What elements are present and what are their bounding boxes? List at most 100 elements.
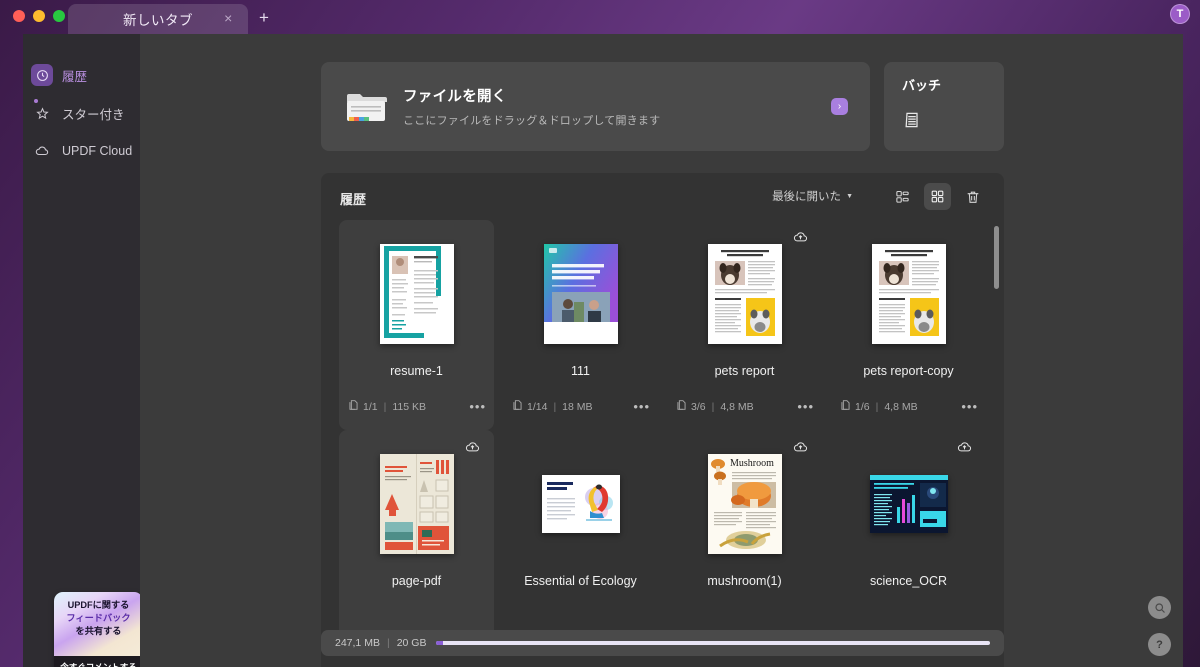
sort-dropdown[interactable]: 最後に開いた ▼ xyxy=(772,188,853,204)
window-controls xyxy=(13,10,65,22)
open-file-subtitle: ここにファイルをドラッグ＆ドロップして開きます xyxy=(403,115,661,127)
file-name: pets report xyxy=(714,364,775,378)
file-name: 111 xyxy=(570,364,590,378)
file-card[interactable]: pets report-copy 1/6 | 4,8 MB ••• xyxy=(831,220,986,430)
storage-bar: 247,1 MB | 20 GB xyxy=(321,630,1004,656)
new-tab-button[interactable]: + xyxy=(255,9,273,27)
sidebar: 履歴 スター付き UPDF Cloud UPDFに関する フィードバック を共有… xyxy=(23,34,143,667)
help-button[interactable]: ? xyxy=(1148,633,1171,656)
file-card[interactable]: page-pdf xyxy=(339,430,494,640)
batch-card[interactable]: バッチ xyxy=(884,62,1004,151)
file-card[interactable]: pets report 3/6 | 4,8 MB ••• xyxy=(667,220,822,430)
history-title: 履歴 xyxy=(340,192,367,207)
active-indicator-dot xyxy=(34,99,38,103)
file-thumbnail xyxy=(541,475,620,533)
file-thumbnail xyxy=(871,244,946,344)
minimize-window-button[interactable] xyxy=(33,10,45,22)
browser-tab[interactable]: 新しいタブ × xyxy=(68,4,248,34)
page-count: 1/6 xyxy=(855,400,870,413)
sidebar-nav: 履歴 スター付き UPDF Cloud xyxy=(23,56,140,170)
storage-separator: | xyxy=(386,637,390,649)
clock-icon xyxy=(31,64,53,86)
avatar[interactable]: T xyxy=(1170,4,1190,24)
title-bar: 新しいタブ × + T xyxy=(0,0,1200,34)
history-scrollbar[interactable] xyxy=(994,226,999,626)
view-controls xyxy=(889,183,986,210)
file-card[interactable]: science_OCR xyxy=(831,430,986,640)
sidebar-item-starred[interactable]: スター付き xyxy=(23,94,140,132)
scrollbar-thumb[interactable] xyxy=(994,226,999,289)
file-thumbnail: Mushroom xyxy=(707,454,782,554)
meta-separator: | xyxy=(875,400,879,413)
sidebar-item-updf-cloud[interactable]: UPDF Cloud xyxy=(23,132,140,170)
open-file-card[interactable]: ファイルを開く ここにファイルをドラッグ＆ドロップして開きます › xyxy=(321,62,870,151)
feedback-promo-card[interactable]: UPDFに関する フィードバック を共有する 今すぐコメントする xyxy=(54,592,143,667)
more-options-icon[interactable]: ••• xyxy=(961,400,978,413)
cloud-upload-icon[interactable] xyxy=(465,440,480,453)
page-icon xyxy=(513,400,522,413)
file-card[interactable]: Mushroom mushroom(1) xyxy=(667,430,822,640)
file-size: 115 KB xyxy=(392,400,427,413)
file-grid: resume-1 1/1 | 115 KB ••• 111 1/14 | 18 … xyxy=(321,220,1004,667)
file-name: mushroom(1) xyxy=(707,574,782,588)
page-count: 3/6 xyxy=(691,400,706,413)
thumbnail-wrapper xyxy=(339,220,494,360)
comment-now-button[interactable]: 今すぐコメントする xyxy=(54,656,143,667)
svg-text:Mushroom: Mushroom xyxy=(730,458,774,469)
more-options-icon[interactable]: ••• xyxy=(633,400,650,413)
file-card[interactable]: resume-1 1/1 | 115 KB ••• xyxy=(339,220,494,430)
open-file-title: ファイルを開く xyxy=(403,89,507,105)
storage-total: 20 GB xyxy=(396,637,427,649)
meta-separator: | xyxy=(553,400,557,413)
file-meta: 1/1 | 115 KB ••• xyxy=(349,400,486,413)
storage-progress-fill xyxy=(436,641,444,645)
cloud-upload-icon[interactable] xyxy=(957,440,972,453)
folder-icon xyxy=(345,90,387,124)
file-name: resume-1 xyxy=(390,364,443,378)
thumbnail-wrapper xyxy=(831,220,986,360)
page-count: 1/14 xyxy=(527,400,548,413)
main-content: ファイルを開く ここにファイルをドラッグ＆ドロップして開きます › バッチ 履歴 xyxy=(140,34,1183,667)
file-meta: 1/6 | 4,8 MB ••• xyxy=(841,400,978,413)
promo-line-1: UPDFに関する xyxy=(67,600,130,610)
chevron-down-icon: ▼ xyxy=(846,192,853,200)
file-card[interactable]: Essential of Ecology xyxy=(503,430,658,640)
meta-separator: | xyxy=(711,400,715,413)
page-icon xyxy=(677,400,686,413)
file-size: 4,8 MB xyxy=(884,400,918,413)
file-name: Essential of Ecology xyxy=(524,574,637,588)
file-thumbnail xyxy=(869,475,948,533)
file-thumbnail xyxy=(379,244,454,344)
storage-used: 247,1 MB xyxy=(335,637,380,649)
page-icon xyxy=(841,400,850,413)
sidebar-item-label: UPDF Cloud xyxy=(62,144,133,158)
file-name: page-pdf xyxy=(391,574,442,588)
search-icon[interactable] xyxy=(1148,596,1171,619)
open-file-texts: ファイルを開く ここにファイルをドラッグ＆ドロップして開きます xyxy=(403,85,660,128)
star-icon xyxy=(31,102,53,124)
stacked-documents-icon xyxy=(902,110,922,130)
cloud-upload-icon[interactable] xyxy=(793,440,808,453)
top-action-cards: ファイルを開く ここにファイルをドラッグ＆ドロップして開きます › バッチ xyxy=(321,62,1004,151)
file-thumbnail xyxy=(707,244,782,344)
sidebar-item-history[interactable]: 履歴 xyxy=(23,56,140,94)
file-meta: 3/6 | 4,8 MB ••• xyxy=(677,400,814,413)
chevron-right-icon[interactable]: › xyxy=(831,98,848,115)
cloud-icon xyxy=(31,140,53,162)
close-icon[interactable]: × xyxy=(221,11,236,26)
trash-icon[interactable] xyxy=(959,183,986,210)
list-view-icon[interactable] xyxy=(889,183,916,210)
updf-window: 新しいタブ × + T 履歴 スター付き UPDF Cloud UPDFに関する… xyxy=(0,0,1200,667)
promo-text: UPDFに関する フィードバック を共有する xyxy=(54,592,143,638)
file-name: pets report-copy xyxy=(863,364,954,378)
close-window-button[interactable] xyxy=(13,10,25,22)
sidebar-item-label: 履歴 xyxy=(62,69,88,84)
more-options-icon[interactable]: ••• xyxy=(797,400,814,413)
grid-view-icon[interactable] xyxy=(924,183,951,210)
file-size: 4,8 MB xyxy=(720,400,754,413)
file-card[interactable]: 111 1/14 | 18 MB ••• xyxy=(503,220,658,430)
maximize-window-button[interactable] xyxy=(53,10,65,22)
cloud-upload-icon[interactable] xyxy=(793,230,808,243)
history-header: 履歴 最後に開いた ▼ xyxy=(321,173,1004,220)
more-options-icon[interactable]: ••• xyxy=(469,400,486,413)
